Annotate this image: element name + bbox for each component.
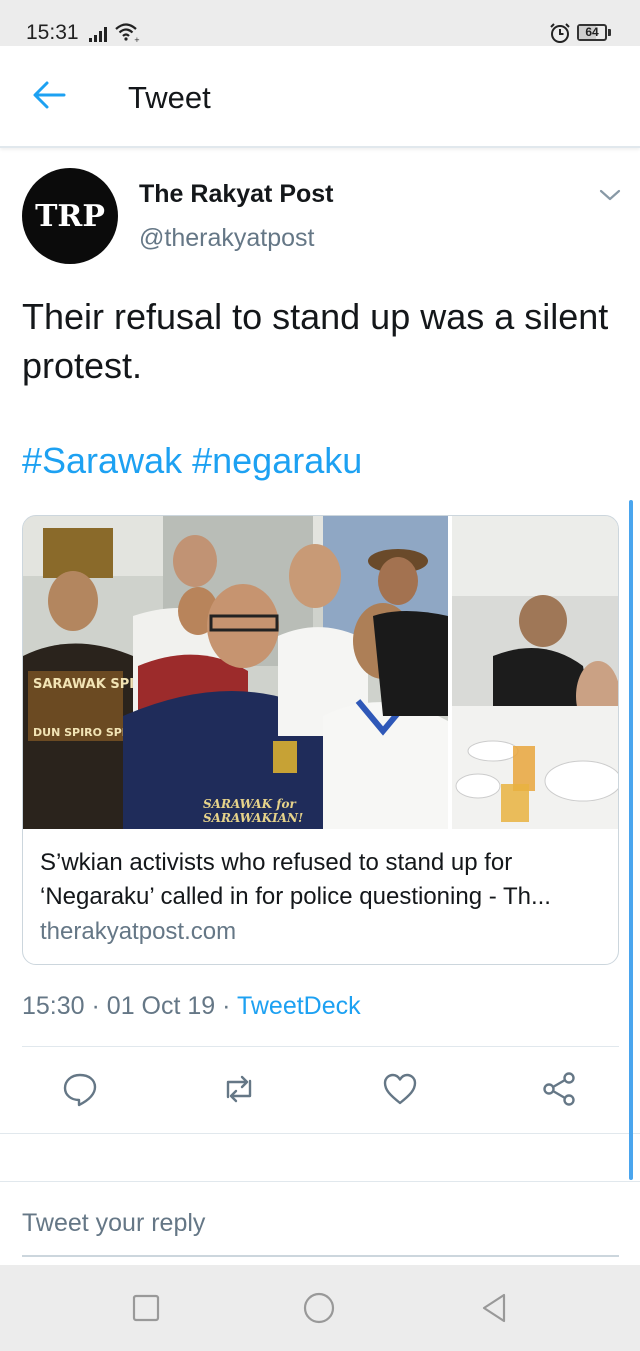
page-title: Tweet [128, 80, 211, 115]
top-app-bar: Tweet [0, 46, 640, 148]
status-bar: 15:31 + 64 [0, 0, 640, 46]
hashtag-negaraku[interactable]: #negaraku [192, 440, 362, 481]
chevron-down-icon[interactable] [598, 186, 622, 204]
tweet-meta: 15:30 · 01 Oct 19 · TweetDeck [22, 992, 361, 1021]
reply-input[interactable]: Tweet your reply [22, 1209, 205, 1238]
retweet-icon[interactable] [221, 1071, 257, 1107]
back-nav-icon[interactable] [476, 1290, 512, 1326]
divider [0, 1181, 640, 1182]
tweet-time: 15:30 [22, 992, 85, 1020]
tweet-text: Their refusal to stand up was a silent p… [22, 296, 609, 386]
card-domain: therakyatpost.com [40, 918, 237, 945]
author-handle[interactable]: @therakyatpost [139, 224, 314, 253]
reply-input-underline [22, 1255, 619, 1257]
meta-separator-2: · [222, 992, 231, 1020]
scrollbar[interactable] [629, 500, 633, 1180]
battery-icon: 64 [577, 24, 607, 41]
svg-text:+: + [134, 36, 140, 42]
avatar-text: TRP [35, 198, 105, 234]
divider [0, 1133, 640, 1134]
battery-tip [608, 29, 611, 36]
share-icon[interactable] [541, 1071, 577, 1107]
card-title: S’wkian activists who refused to stand u… [40, 849, 551, 910]
hashtags: #Sarawak #negaraku [22, 440, 362, 482]
tweet-date: 01 Oct 19 [106, 992, 216, 1020]
signal-icon [89, 27, 107, 42]
divider [22, 1046, 619, 1047]
meta-separator-1: · [91, 992, 100, 1020]
status-time: 15:31 [26, 21, 79, 44]
wifi-icon: + [115, 23, 140, 42]
author-name[interactable]: The Rakyat Post [139, 180, 334, 209]
like-icon[interactable] [382, 1071, 418, 1107]
card-image: SARAWAK SPIRIT DUN SPIRO SPERO SARAWAK f… [23, 516, 618, 829]
link-card[interactable]: SARAWAK SPIRIT DUN SPIRO SPERO SARAWAK f… [22, 515, 619, 965]
home-icon[interactable] [301, 1290, 337, 1326]
recents-icon[interactable] [128, 1290, 164, 1326]
avatar[interactable]: TRP [22, 168, 118, 264]
shirt-line-2: SARAWAKIAN! [203, 811, 303, 825]
reply-icon[interactable] [62, 1071, 98, 1107]
alarm-icon [550, 23, 570, 43]
battery-level-text: 64 [585, 25, 599, 39]
hashtag-sarawak[interactable]: #Sarawak [22, 440, 182, 481]
arrow-left-icon[interactable] [30, 79, 68, 111]
shirt-line-1: SARAWAK for [203, 797, 297, 811]
tweet-source[interactable]: TweetDeck [237, 992, 361, 1020]
